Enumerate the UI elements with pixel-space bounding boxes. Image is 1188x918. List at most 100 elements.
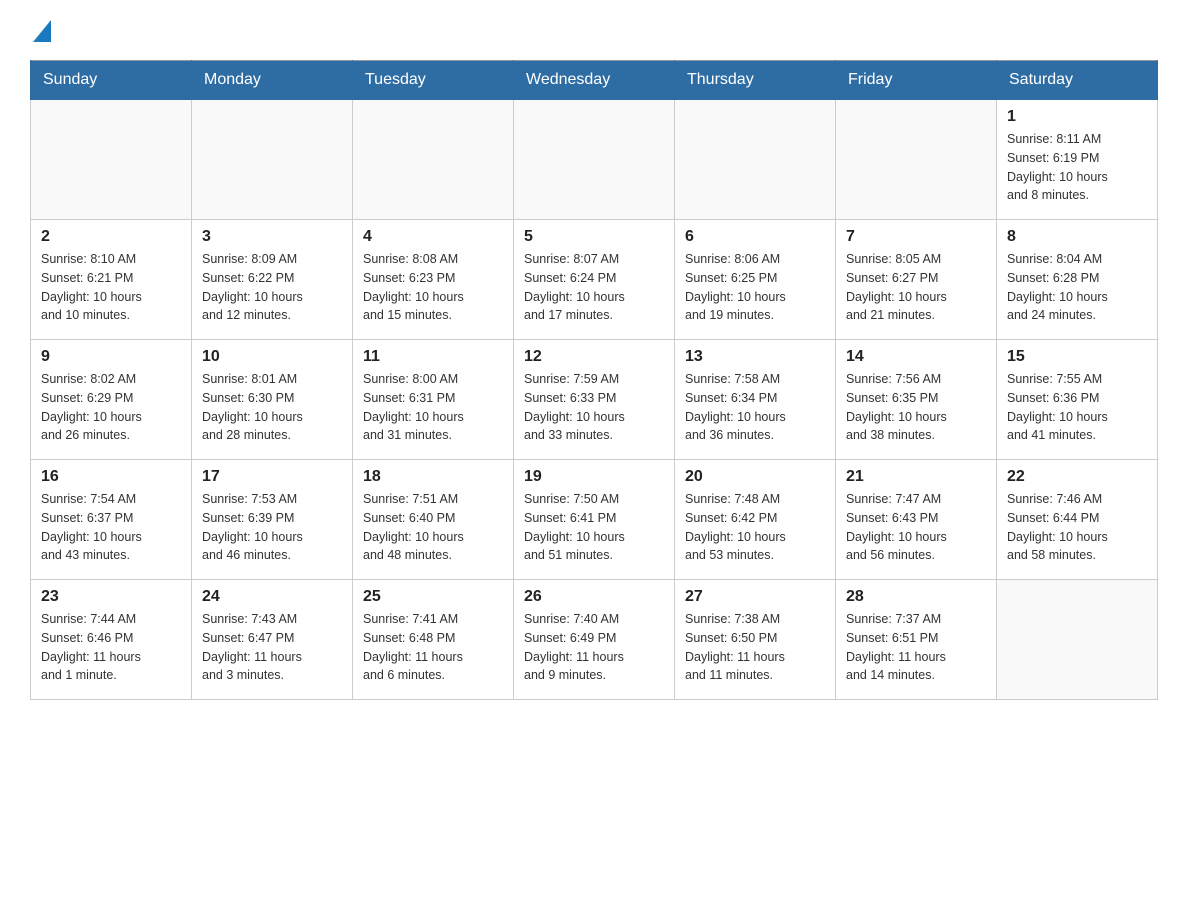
day-number: 6 xyxy=(685,228,825,246)
calendar-table: SundayMondayTuesdayWednesdayThursdayFrid… xyxy=(30,60,1158,700)
day-info: Sunrise: 7:58 AM Sunset: 6:34 PM Dayligh… xyxy=(685,370,825,445)
calendar-cell xyxy=(31,100,192,220)
day-number: 22 xyxy=(1007,468,1147,486)
calendar-cell: 17 Sunrise: 7:53 AM Sunset: 6:39 PM Dayli… xyxy=(192,460,353,580)
weekday-header-saturday: Saturday xyxy=(997,61,1158,100)
day-info: Sunrise: 8:02 AM Sunset: 6:29 PM Dayligh… xyxy=(41,370,181,445)
day-info: Sunrise: 8:10 AM Sunset: 6:21 PM Dayligh… xyxy=(41,250,181,325)
day-number: 16 xyxy=(41,468,181,486)
day-info: Sunrise: 8:11 AM Sunset: 6:19 PM Dayligh… xyxy=(1007,130,1147,205)
calendar-cell: 24Sunrise: 7:43 AM Sunset: 6:47 PM Dayli… xyxy=(192,580,353,700)
calendar-cell: 3 Sunrise: 8:09 AM Sunset: 6:22 PM Daylig… xyxy=(192,220,353,340)
calendar-cell: 21 Sunrise: 7:47 AM Sunset: 6:43 PM Dayli… xyxy=(836,460,997,580)
day-info: Sunrise: 7:40 AM Sunset: 6:49 PM Dayligh… xyxy=(524,610,664,685)
calendar-cell: 8Sunrise: 8:04 AM Sunset: 6:28 PM Daylig… xyxy=(997,220,1158,340)
day-number: 8 xyxy=(1007,228,1147,246)
day-info: Sunrise: 7:54 AM Sunset: 6:37 PM Dayligh… xyxy=(41,490,181,565)
page-header xyxy=(30,20,1158,40)
calendar-cell: 2 Sunrise: 8:10 AM Sunset: 6:21 PM Daylig… xyxy=(31,220,192,340)
week-row-1: 1 Sunrise: 8:11 AM Sunset: 6:19 PM Daylig… xyxy=(31,100,1158,220)
calendar-cell: 11 Sunrise: 8:00 AM Sunset: 6:31 PM Dayli… xyxy=(353,340,514,460)
calendar-cell: 19Sunrise: 7:50 AM Sunset: 6:41 PM Dayli… xyxy=(514,460,675,580)
calendar-cell: 27 Sunrise: 7:38 AM Sunset: 6:50 PM Dayli… xyxy=(675,580,836,700)
calendar-cell: 20 Sunrise: 7:48 AM Sunset: 6:42 PM Dayli… xyxy=(675,460,836,580)
day-number: 13 xyxy=(685,348,825,366)
calendar-cell: 23 Sunrise: 7:44 AM Sunset: 6:46 PM Dayli… xyxy=(31,580,192,700)
day-info: Sunrise: 7:55 AM Sunset: 6:36 PM Dayligh… xyxy=(1007,370,1147,445)
week-row-5: 23 Sunrise: 7:44 AM Sunset: 6:46 PM Dayli… xyxy=(31,580,1158,700)
day-info: Sunrise: 8:09 AM Sunset: 6:22 PM Dayligh… xyxy=(202,250,342,325)
day-number: 1 xyxy=(1007,108,1147,126)
day-number: 26 xyxy=(524,588,664,606)
day-info: Sunrise: 7:46 AM Sunset: 6:44 PM Dayligh… xyxy=(1007,490,1147,565)
day-number: 11 xyxy=(363,348,503,366)
calendar-cell: 9 Sunrise: 8:02 AM Sunset: 6:29 PM Daylig… xyxy=(31,340,192,460)
day-number: 20 xyxy=(685,468,825,486)
calendar-cell: 25Sunrise: 7:41 AM Sunset: 6:48 PM Dayli… xyxy=(353,580,514,700)
day-number: 3 xyxy=(202,228,342,246)
day-number: 14 xyxy=(846,348,986,366)
day-info: Sunrise: 7:53 AM Sunset: 6:39 PM Dayligh… xyxy=(202,490,342,565)
day-number: 10 xyxy=(202,348,342,366)
day-number: 28 xyxy=(846,588,986,606)
weekday-header-sunday: Sunday xyxy=(31,61,192,100)
week-row-2: 2 Sunrise: 8:10 AM Sunset: 6:21 PM Daylig… xyxy=(31,220,1158,340)
day-number: 24 xyxy=(202,588,342,606)
day-number: 12 xyxy=(524,348,664,366)
day-info: Sunrise: 7:48 AM Sunset: 6:42 PM Dayligh… xyxy=(685,490,825,565)
logo xyxy=(30,20,51,40)
calendar-cell: 5 Sunrise: 8:07 AM Sunset: 6:24 PM Daylig… xyxy=(514,220,675,340)
calendar-cell: 22 Sunrise: 7:46 AM Sunset: 6:44 PM Dayli… xyxy=(997,460,1158,580)
day-info: Sunrise: 8:00 AM Sunset: 6:31 PM Dayligh… xyxy=(363,370,503,445)
day-info: Sunrise: 8:05 AM Sunset: 6:27 PM Dayligh… xyxy=(846,250,986,325)
calendar-cell: 28 Sunrise: 7:37 AM Sunset: 6:51 PM Dayli… xyxy=(836,580,997,700)
day-info: Sunrise: 8:07 AM Sunset: 6:24 PM Dayligh… xyxy=(524,250,664,325)
calendar-cell: 26 Sunrise: 7:40 AM Sunset: 6:49 PM Dayli… xyxy=(514,580,675,700)
day-info: Sunrise: 7:51 AM Sunset: 6:40 PM Dayligh… xyxy=(363,490,503,565)
day-number: 27 xyxy=(685,588,825,606)
day-number: 18 xyxy=(363,468,503,486)
day-info: Sunrise: 7:44 AM Sunset: 6:46 PM Dayligh… xyxy=(41,610,181,685)
weekday-header-monday: Monday xyxy=(192,61,353,100)
calendar-cell xyxy=(353,100,514,220)
day-number: 15 xyxy=(1007,348,1147,366)
day-info: Sunrise: 7:56 AM Sunset: 6:35 PM Dayligh… xyxy=(846,370,986,445)
day-number: 2 xyxy=(41,228,181,246)
calendar-cell xyxy=(997,580,1158,700)
calendar-cell: 16 Sunrise: 7:54 AM Sunset: 6:37 PM Dayli… xyxy=(31,460,192,580)
calendar-cell: 18 Sunrise: 7:51 AM Sunset: 6:40 PM Dayli… xyxy=(353,460,514,580)
calendar-cell: 13 Sunrise: 7:58 AM Sunset: 6:34 PM Dayli… xyxy=(675,340,836,460)
day-info: Sunrise: 7:38 AM Sunset: 6:50 PM Dayligh… xyxy=(685,610,825,685)
logo-arrow-icon xyxy=(33,20,51,42)
calendar-cell: 6 Sunrise: 8:06 AM Sunset: 6:25 PM Daylig… xyxy=(675,220,836,340)
day-info: Sunrise: 7:47 AM Sunset: 6:43 PM Dayligh… xyxy=(846,490,986,565)
calendar-cell: 1 Sunrise: 8:11 AM Sunset: 6:19 PM Daylig… xyxy=(997,100,1158,220)
calendar-cell: 4 Sunrise: 8:08 AM Sunset: 6:23 PM Daylig… xyxy=(353,220,514,340)
calendar-cell xyxy=(514,100,675,220)
weekday-header-friday: Friday xyxy=(836,61,997,100)
calendar-cell: 10 Sunrise: 8:01 AM Sunset: 6:30 PM Dayli… xyxy=(192,340,353,460)
calendar-cell xyxy=(192,100,353,220)
day-number: 17 xyxy=(202,468,342,486)
weekday-header-thursday: Thursday xyxy=(675,61,836,100)
day-number: 4 xyxy=(363,228,503,246)
day-number: 9 xyxy=(41,348,181,366)
day-info: Sunrise: 7:59 AM Sunset: 6:33 PM Dayligh… xyxy=(524,370,664,445)
day-info: Sunrise: 7:41 AM Sunset: 6:48 PM Dayligh… xyxy=(363,610,503,685)
day-info: Sunrise: 8:06 AM Sunset: 6:25 PM Dayligh… xyxy=(685,250,825,325)
day-number: 7 xyxy=(846,228,986,246)
day-number: 5 xyxy=(524,228,664,246)
day-number: 21 xyxy=(846,468,986,486)
day-number: 23 xyxy=(41,588,181,606)
calendar-cell: 14 Sunrise: 7:56 AM Sunset: 6:35 PM Dayli… xyxy=(836,340,997,460)
weekday-header-row: SundayMondayTuesdayWednesdayThursdayFrid… xyxy=(31,61,1158,100)
weekday-header-wednesday: Wednesday xyxy=(514,61,675,100)
calendar-cell: 7 Sunrise: 8:05 AM Sunset: 6:27 PM Daylig… xyxy=(836,220,997,340)
day-info: Sunrise: 8:08 AM Sunset: 6:23 PM Dayligh… xyxy=(363,250,503,325)
week-row-4: 16 Sunrise: 7:54 AM Sunset: 6:37 PM Dayli… xyxy=(31,460,1158,580)
weekday-header-tuesday: Tuesday xyxy=(353,61,514,100)
day-number: 19 xyxy=(524,468,664,486)
day-info: Sunrise: 8:01 AM Sunset: 6:30 PM Dayligh… xyxy=(202,370,342,445)
week-row-3: 9 Sunrise: 8:02 AM Sunset: 6:29 PM Daylig… xyxy=(31,340,1158,460)
day-info: Sunrise: 7:37 AM Sunset: 6:51 PM Dayligh… xyxy=(846,610,986,685)
